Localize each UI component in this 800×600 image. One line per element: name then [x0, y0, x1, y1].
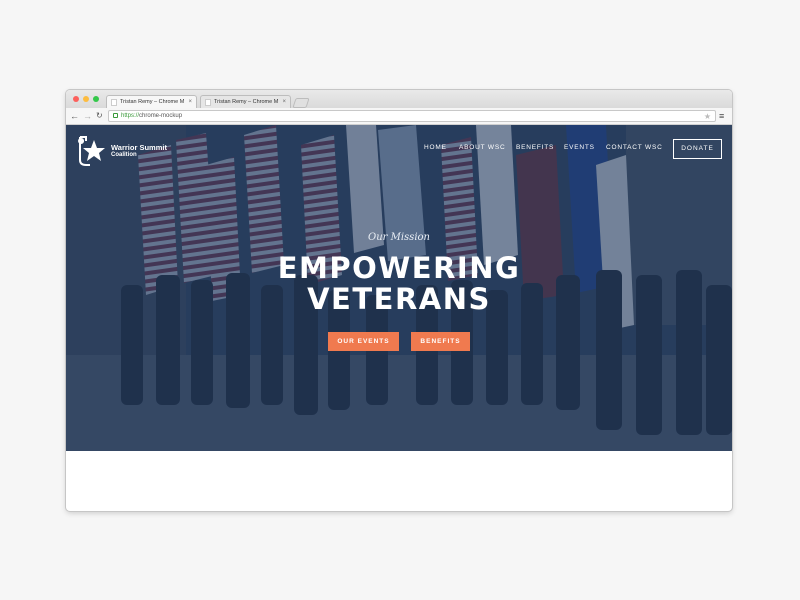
- browser-tab-2[interactable]: Tristan Remy – Chrome M ×: [200, 95, 291, 108]
- logo-title: Warrior Summit: [111, 143, 167, 152]
- hero-kicker: Our Mission: [368, 232, 430, 243]
- new-tab-button[interactable]: [292, 98, 310, 108]
- nav-benefits[interactable]: BENEFITS: [516, 144, 554, 151]
- page-icon: [111, 99, 117, 106]
- logo-subtitle: Coalition: [111, 152, 137, 158]
- window-close-button[interactable]: [73, 96, 79, 102]
- nav-contact-wsc[interactable]: CONTACT WSC: [606, 144, 663, 151]
- donate-button[interactable]: DONATE: [673, 139, 722, 159]
- nav-home[interactable]: HOME: [424, 144, 447, 151]
- hero-headline: EMPOWERING VETERANS: [66, 253, 732, 315]
- title-bar: Tristan Remy – Chrome M × Tristan Remy –…: [66, 90, 732, 108]
- browser-tab-1[interactable]: Tristan Remy – Chrome M ×: [106, 95, 197, 108]
- window-maximize-button[interactable]: [93, 96, 99, 102]
- forward-arrow-icon[interactable]: →: [83, 110, 92, 122]
- page-icon: [205, 99, 211, 106]
- headline-line-2: VETERANS: [307, 282, 491, 316]
- hero-section: Warrior Summit Coalition HOME ABOUT WSC …: [66, 125, 732, 451]
- lock-icon: [113, 113, 118, 118]
- benefits-button[interactable]: BENEFITS: [411, 332, 470, 351]
- star-shield-icon: [78, 136, 105, 166]
- back-arrow-icon[interactable]: ←: [70, 110, 79, 122]
- headline-line-1: EMPOWERING: [277, 251, 521, 285]
- nav-about-wsc[interactable]: ABOUT WSC: [459, 144, 505, 151]
- browser-toolbar: ← → ↻ https://chrome-mockup ★ ≡: [66, 108, 732, 125]
- reload-icon[interactable]: ↻: [96, 110, 103, 122]
- bookmark-star-icon[interactable]: ★: [704, 111, 711, 122]
- browser-window: Tristan Remy – Chrome M × Tristan Remy –…: [66, 90, 732, 511]
- address-bar[interactable]: https://chrome-mockup ★: [108, 110, 716, 122]
- hamburger-menu-icon[interactable]: ≡: [719, 111, 724, 121]
- our-events-button[interactable]: OUR EVENTS: [328, 332, 399, 351]
- nav-events[interactable]: EVENTS: [564, 144, 595, 151]
- url-text: https://chrome-mockup: [121, 113, 183, 119]
- window-minimize-button[interactable]: [83, 96, 89, 102]
